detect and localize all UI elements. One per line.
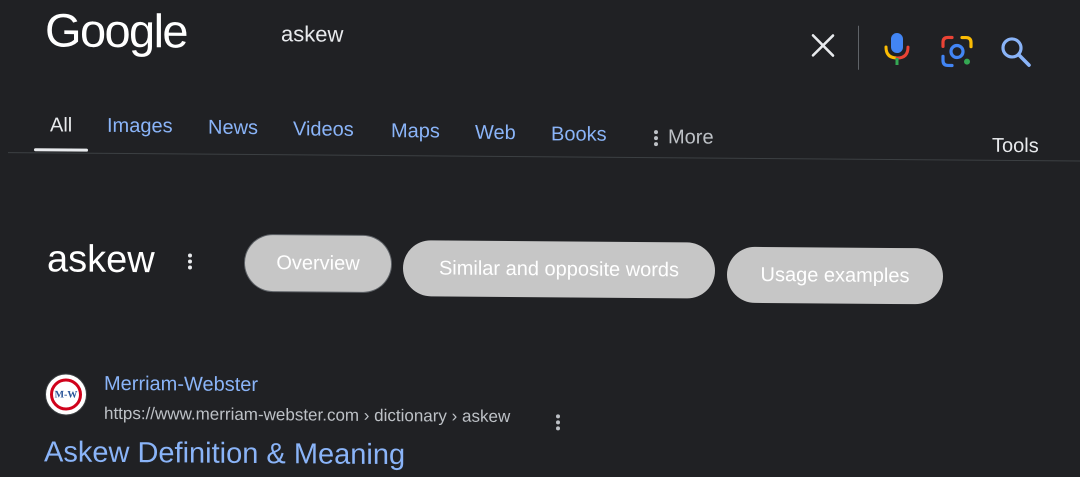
mic-icon xyxy=(884,33,910,66)
dictionary-options-button[interactable] xyxy=(183,251,197,271)
voice-search-button[interactable] xyxy=(881,31,913,67)
dictionary-word: askew xyxy=(47,238,155,282)
tab-web[interactable]: Web xyxy=(475,120,516,146)
tab-more[interactable]: More xyxy=(650,124,714,150)
search-tabs: All Images News Videos Maps Web Books Mo… xyxy=(0,100,1080,168)
tab-images[interactable]: Images xyxy=(107,113,173,140)
google-logo[interactable]: Google xyxy=(45,2,187,59)
chip-usage-examples[interactable]: Usage examples xyxy=(727,246,943,305)
search-input[interactable]: askew xyxy=(281,20,343,48)
more-vert-icon xyxy=(654,129,658,146)
lens-search-button[interactable] xyxy=(940,34,974,68)
more-vert-icon xyxy=(188,253,192,270)
tab-videos[interactable]: Videos xyxy=(293,116,354,142)
chip-overview[interactable]: Overview xyxy=(245,234,391,293)
tools-button[interactable]: Tools xyxy=(992,133,1039,159)
clear-search-button[interactable] xyxy=(809,31,837,59)
search-results-page: Google askew All Images News Videos Maps… xyxy=(0,0,1080,477)
tab-maps[interactable]: Maps xyxy=(391,118,440,144)
close-icon xyxy=(811,34,835,57)
search-box-divider xyxy=(858,25,859,70)
search-button[interactable] xyxy=(999,35,1033,69)
result-url[interactable]: https://www.merriam-webster.com › dictio… xyxy=(104,403,510,428)
result-options-button[interactable] xyxy=(551,412,565,432)
tab-all[interactable]: All xyxy=(50,112,72,138)
tab-more-label: More xyxy=(668,126,714,149)
site-favicon[interactable]: M-W xyxy=(45,373,87,416)
merriam-webster-logo: M-W xyxy=(50,378,82,411)
lens-icon xyxy=(941,35,973,68)
tabs-divider xyxy=(8,152,1080,162)
chip-similar-opposite-words[interactable]: Similar and opposite words xyxy=(403,240,715,299)
result-site-name[interactable]: Merriam-Webster xyxy=(104,371,258,398)
tab-books[interactable]: Books xyxy=(551,121,607,147)
active-tab-indicator xyxy=(34,148,88,152)
result-title-link[interactable]: Askew Definition & Meaning xyxy=(44,434,405,473)
search-icon xyxy=(1001,37,1031,67)
tab-news[interactable]: News xyxy=(208,115,258,141)
more-vert-icon xyxy=(556,414,560,431)
